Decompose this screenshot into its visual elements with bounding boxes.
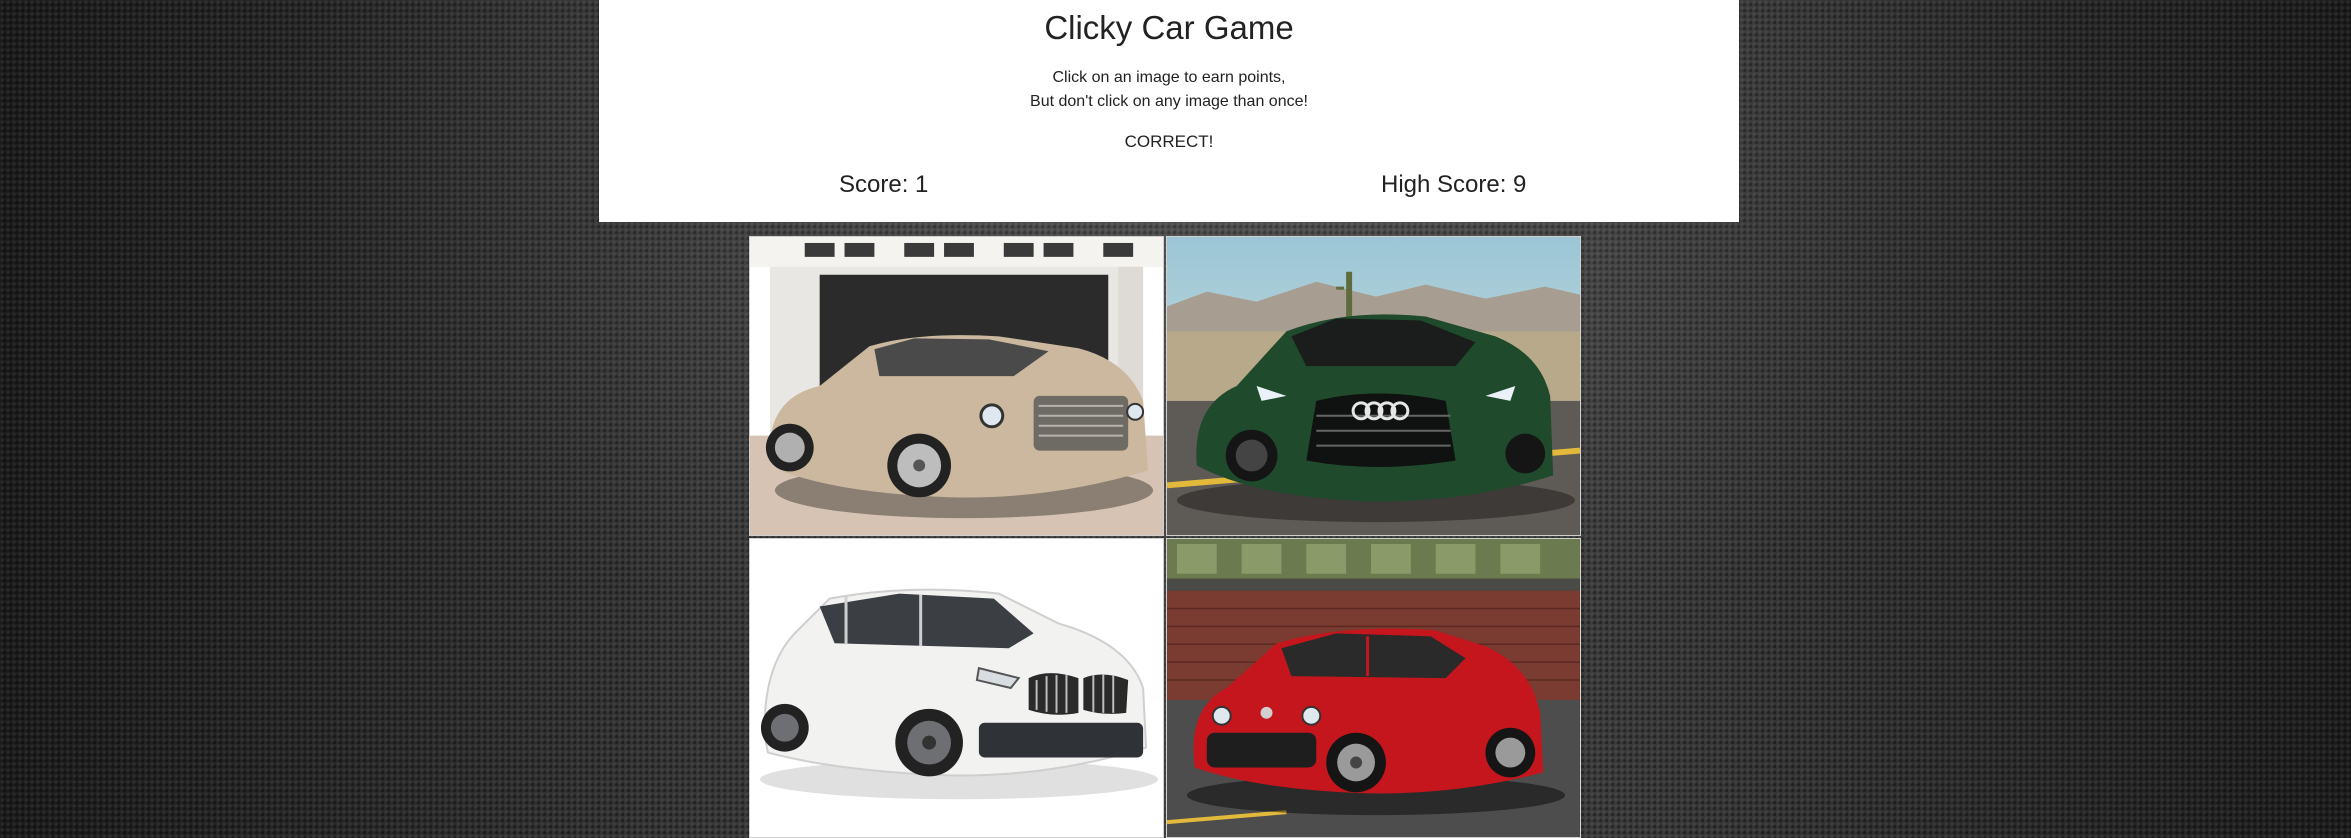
- champagne-luxury-sedan-image: [750, 237, 1163, 535]
- score-display: Score: 1: [839, 171, 929, 198]
- instruction-line-2: But don't click on any image than once!: [1030, 93, 1308, 110]
- red-crossover-image: [1167, 539, 1580, 837]
- page-title: Clicky Car Game: [1044, 9, 1294, 46]
- instruction-line-1: Click on an image to earn points,: [1052, 69, 1286, 86]
- car-card-3[interactable]: [749, 538, 1164, 838]
- high-score-display: High Score: 9: [1381, 171, 1527, 198]
- car-card-4[interactable]: [1166, 538, 1581, 838]
- car-card-1[interactable]: [749, 236, 1164, 536]
- instructions: Click on an image to earn points, But do…: [599, 66, 1739, 114]
- green-sport-coupe-image: [1167, 237, 1580, 535]
- status-message: CORRECT!: [1124, 132, 1214, 151]
- car-image-grid: [749, 236, 1583, 838]
- car-card-2[interactable]: [1166, 236, 1581, 536]
- game-header: Clicky Car Game Click on an image to ear…: [599, 0, 1739, 222]
- white-compact-suv-image: [750, 539, 1163, 837]
